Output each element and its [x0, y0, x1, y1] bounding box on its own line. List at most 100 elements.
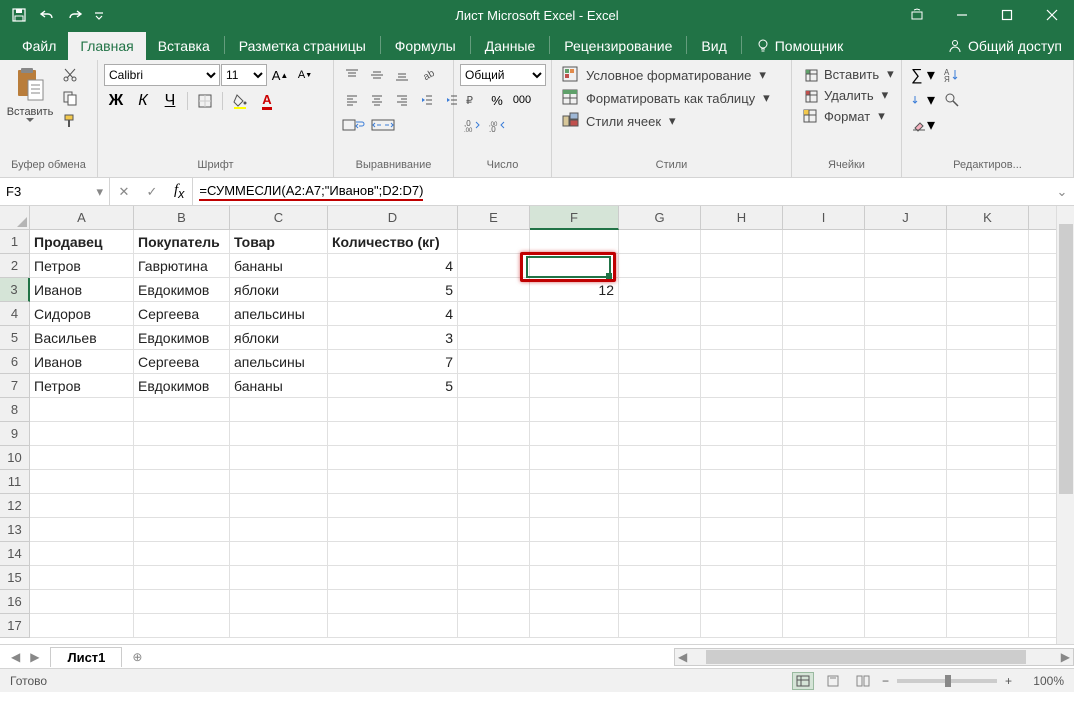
number-format-select[interactable]: Общий [460, 64, 546, 86]
cell[interactable] [947, 518, 1029, 542]
cell[interactable] [530, 326, 619, 350]
cell[interactable] [230, 566, 328, 590]
cell[interactable] [701, 398, 783, 422]
cell[interactable] [134, 614, 230, 638]
cell[interactable] [701, 494, 783, 518]
hscroll-right-icon[interactable]: ▶ [1058, 650, 1073, 664]
cell[interactable] [865, 302, 947, 326]
paste-button[interactable]: Вставить [6, 64, 54, 124]
cell[interactable] [619, 494, 701, 518]
cell[interactable] [947, 350, 1029, 374]
cell[interactable] [783, 422, 865, 446]
cell[interactable] [458, 518, 530, 542]
cell[interactable] [947, 542, 1029, 566]
cell[interactable] [530, 254, 619, 278]
cell[interactable] [701, 590, 783, 614]
underline-button[interactable]: Ч [158, 90, 182, 112]
row-header[interactable]: 1 [0, 230, 30, 254]
cell[interactable] [701, 470, 783, 494]
cell[interactable] [947, 302, 1029, 326]
cell[interactable] [328, 590, 458, 614]
styles-label[interactable]: Стили [558, 157, 785, 173]
cell[interactable] [30, 590, 134, 614]
cell[interactable] [458, 398, 530, 422]
fill-icon[interactable]: ▾ [908, 89, 938, 111]
font-label[interactable]: Шрифт [104, 157, 327, 173]
vertical-scrollbar[interactable] [1056, 206, 1074, 644]
cell[interactable] [619, 446, 701, 470]
tab-formulas[interactable]: Формулы [383, 32, 468, 60]
expand-formula-bar-icon[interactable]: ⌄ [1050, 178, 1074, 205]
cell[interactable] [865, 398, 947, 422]
fill-color-button[interactable] [228, 90, 252, 112]
cell[interactable]: 4 [328, 254, 458, 278]
cell[interactable]: Сидоров [30, 302, 134, 326]
cell[interactable] [328, 398, 458, 422]
cell[interactable] [619, 374, 701, 398]
cell[interactable]: Товар [230, 230, 328, 254]
cell[interactable] [530, 614, 619, 638]
column-header[interactable]: I [783, 206, 865, 230]
cell[interactable] [865, 422, 947, 446]
tab-view[interactable]: Вид [689, 32, 738, 60]
cell[interactable] [783, 470, 865, 494]
cancel-formula-icon[interactable]: ✕ [110, 184, 138, 200]
row-header[interactable]: 10 [0, 446, 30, 470]
cell[interactable]: апельсины [230, 302, 328, 326]
cell[interactable] [458, 350, 530, 374]
cell[interactable]: Продавец [30, 230, 134, 254]
tab-file[interactable]: Файл [10, 32, 68, 60]
cell[interactable] [701, 422, 783, 446]
decrease-font-icon[interactable]: A▼ [293, 64, 317, 86]
cell[interactable] [134, 590, 230, 614]
align-center-icon[interactable] [365, 89, 389, 111]
cell[interactable] [458, 302, 530, 326]
cell[interactable] [134, 422, 230, 446]
cell[interactable] [134, 446, 230, 470]
find-icon[interactable] [939, 89, 965, 111]
cell[interactable] [865, 518, 947, 542]
zoom-slider[interactable] [897, 679, 997, 683]
cell[interactable] [701, 446, 783, 470]
tab-page-layout[interactable]: Разметка страницы [227, 32, 378, 60]
cell[interactable]: 7 [328, 350, 458, 374]
number-label[interactable]: Число [460, 157, 545, 173]
format-as-table-button[interactable]: Форматировать как таблицу▾ [558, 87, 774, 109]
cell[interactable] [701, 254, 783, 278]
row-header[interactable]: 16 [0, 590, 30, 614]
cell-styles-button[interactable]: Стили ячеек▾ [558, 110, 680, 132]
cell[interactable] [458, 614, 530, 638]
sheet-tab-active[interactable]: Лист1 [50, 647, 122, 667]
clear-icon[interactable]: ▾ [908, 114, 938, 136]
cell[interactable] [30, 566, 134, 590]
wrap-text-icon[interactable] [340, 114, 368, 136]
add-sheet-button[interactable]: ⊕ [122, 650, 152, 664]
row-header[interactable]: 4 [0, 302, 30, 326]
cell[interactable] [530, 566, 619, 590]
cell[interactable] [328, 470, 458, 494]
merge-cells-icon[interactable] [369, 114, 397, 136]
cell[interactable] [783, 494, 865, 518]
cell[interactable]: 5 [328, 278, 458, 302]
cell[interactable]: Иванов [30, 350, 134, 374]
cell[interactable] [947, 446, 1029, 470]
save-icon[interactable] [8, 4, 30, 26]
cell[interactable] [865, 326, 947, 350]
increase-font-icon[interactable]: A▲ [268, 64, 292, 86]
row-header[interactable]: 14 [0, 542, 30, 566]
page-layout-view-icon[interactable] [822, 672, 844, 690]
percent-icon[interactable]: % [485, 89, 509, 111]
cell[interactable] [947, 494, 1029, 518]
cell[interactable] [783, 374, 865, 398]
cell[interactable] [865, 350, 947, 374]
cell[interactable]: Петров [30, 254, 134, 278]
cell[interactable] [619, 302, 701, 326]
cell[interactable]: 5 [328, 374, 458, 398]
cell[interactable] [458, 374, 530, 398]
cell[interactable] [783, 398, 865, 422]
cell[interactable] [328, 614, 458, 638]
cell[interactable] [458, 422, 530, 446]
cell[interactable] [458, 470, 530, 494]
undo-icon[interactable] [36, 4, 58, 26]
row-header[interactable]: 2 [0, 254, 30, 278]
